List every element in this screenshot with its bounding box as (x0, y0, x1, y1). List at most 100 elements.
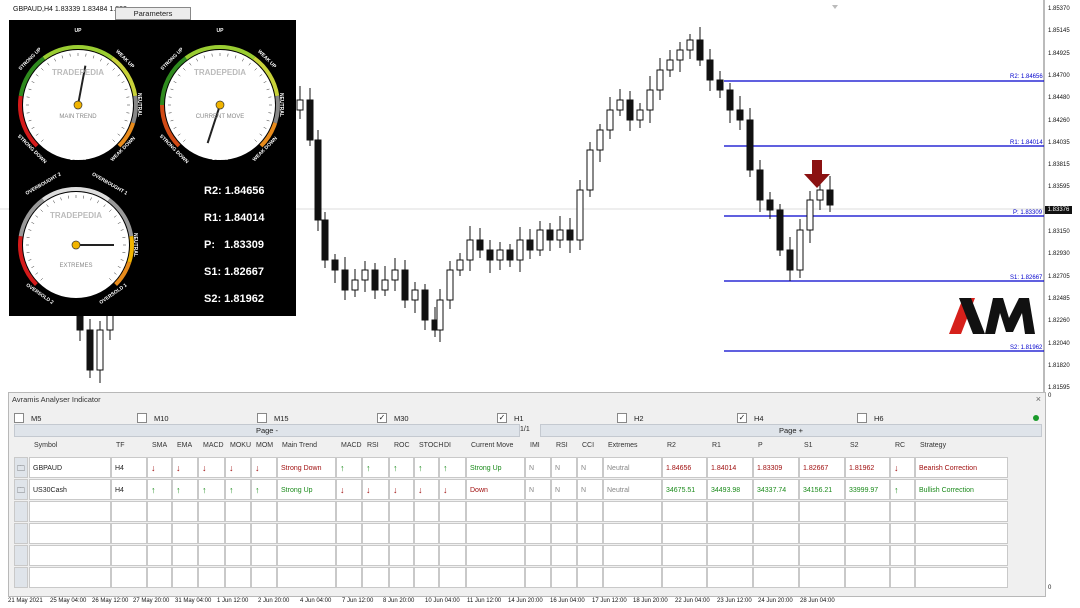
candle (576, 180, 584, 250)
price-tick: 1.82260 (1048, 318, 1070, 325)
candle (516, 227, 524, 272)
candle (341, 257, 349, 300)
timeframe-m10[interactable]: M10 (137, 412, 169, 424)
table-cell-macd (198, 523, 225, 544)
row-selector[interactable] (14, 523, 28, 544)
close-icon[interactable]: × (1036, 394, 1041, 404)
timeframe-h1[interactable]: ✓ H1 (497, 412, 524, 424)
dash-s2: S2: 1.81962 (204, 293, 264, 305)
row-selector[interactable] (14, 501, 28, 522)
timeframe-m30[interactable]: ✓ M30 (377, 412, 409, 424)
folder-icon[interactable]: 🗀 (17, 486, 25, 495)
time-tick: 4 Jun 04:00 (300, 598, 332, 604)
row-selector[interactable] (14, 545, 28, 566)
current-move-gauge (160, 45, 280, 160)
row-selector[interactable]: 🗀 (14, 479, 28, 500)
table-cell-macd (198, 501, 225, 522)
table-cell-mom (251, 501, 277, 522)
checkbox-icon[interactable] (857, 413, 867, 423)
table-cell-extremes: Neutral (603, 479, 662, 500)
time-tick: 25 May 04:00 (50, 598, 87, 604)
current-price-label: 1.83376 (1045, 206, 1072, 214)
row-selector[interactable]: 🗀 (14, 457, 28, 478)
table-row[interactable] (14, 567, 1013, 589)
price-tick: 1.81595 (1048, 385, 1070, 392)
folder-icon[interactable]: 🗀 (17, 464, 25, 473)
table-cell-rc (890, 501, 915, 522)
table-cell-symbol (29, 523, 111, 544)
page-plus-button[interactable]: Page + (540, 424, 1042, 437)
subwindow-axis: 0 0 (1045, 392, 1080, 595)
column-header: DI (444, 442, 451, 449)
column-header: Main Trend (282, 442, 318, 449)
table-row[interactable] (14, 523, 1013, 545)
table-cell-strategy (915, 501, 1008, 522)
candle (466, 226, 474, 271)
table-cell-current-move (466, 545, 525, 566)
checkbox-icon[interactable] (137, 413, 147, 423)
svg-text:TRADEPEDIA: TRADEPEDIA (50, 211, 102, 220)
table-cell-symbol: US30Cash (29, 479, 111, 500)
table-cell-sma: ↓ (147, 457, 172, 478)
time-tick: 14 Jun 20:00 (508, 598, 543, 604)
page-minus-button[interactable]: Page - (14, 424, 520, 437)
column-header: MACD (203, 442, 224, 449)
table-cell-rc: ↑ (890, 479, 915, 500)
table-cell-strategy: Bearish Correction (915, 457, 1008, 478)
table-cell-s1: 1.82667 (799, 457, 845, 478)
table-cell-strategy (915, 545, 1008, 566)
column-header: S2 (850, 442, 859, 449)
table-cell-rc: ↓ (890, 457, 915, 478)
column-header: RC (895, 442, 906, 449)
table-cell-imi: N (525, 457, 551, 478)
checkbox-icon[interactable]: ✓ (377, 413, 387, 423)
checkbox-icon[interactable]: ✓ (497, 413, 507, 423)
table-cell-r1 (707, 545, 753, 566)
table-row[interactable]: 🗀 US30Cash H4 ↑ ↑ ↑ ↑ ↑ Strong Up ↓ ↓ ↓ ↓ ↓ Down N N N Neu… (14, 479, 1013, 501)
time-tick: 1 Jun 12:00 (217, 598, 249, 604)
timeframe-h6[interactable]: H6 (857, 412, 884, 424)
price-chart[interactable]: GBPAUD,H4 1.83339 1.83484 1.832 Paramete… (0, 0, 1080, 395)
candle (314, 130, 322, 231)
table-cell-roc: ↑ (389, 457, 414, 478)
parameters-button[interactable]: Parameters (115, 7, 191, 20)
svg-text:DOWN: DOWN (70, 156, 86, 162)
table-row[interactable]: 🗀 GBPAUD H4 ↓ ↓ ↓ ↓ ↓ Strong Down ↑ ↑ ↑ ↑ ↑ Strong Up N… (14, 457, 1013, 479)
timeframe-h2[interactable]: H2 (617, 412, 644, 424)
time-tick: 21 May 2021 (8, 598, 43, 604)
table-cell-macd (198, 567, 225, 588)
row-selector[interactable] (14, 567, 28, 588)
price-tick: 1.84035 (1048, 139, 1070, 146)
table-cell-imi (525, 567, 551, 588)
candle (736, 96, 744, 130)
timeframe-h4[interactable]: ✓ H4 (737, 412, 764, 424)
table-cell-moku: ↓ (225, 457, 251, 478)
time-tick: 10 Jun 04:00 (425, 598, 460, 604)
timeframe-label: H2 (634, 413, 644, 423)
svg-text:TRADEPEDIA: TRADEPEDIA (52, 68, 104, 77)
timeframe-m5[interactable]: M5 (14, 412, 41, 424)
price-tick: 1.82705 (1048, 273, 1070, 280)
candle (636, 103, 644, 128)
candle (586, 142, 594, 197)
column-header: RSI (556, 442, 568, 449)
checkbox-icon[interactable]: ✓ (737, 413, 747, 423)
analysis-table: 🗀 GBPAUD H4 ↓ ↓ ↓ ↓ ↓ Strong Down ↑ ↑ ↑ ↑ ↑ Strong Up N… (14, 457, 1013, 589)
table-row[interactable] (14, 545, 1013, 567)
table-cell-rc (890, 545, 915, 566)
timeframe-m15[interactable]: M15 (257, 412, 289, 424)
table-cell-rsi (362, 567, 389, 588)
analyser-panel: Avramis Analyser Indicator × M5 M10 M15 ✓ M3… (8, 392, 1046, 597)
svg-text:NEUTRAL: NEUTRAL (132, 233, 138, 257)
timeframe-label: M30 (394, 413, 409, 423)
table-cell-ema (172, 501, 198, 522)
checkbox-icon[interactable] (14, 413, 24, 423)
checkbox-icon[interactable] (257, 413, 267, 423)
checkbox-icon[interactable] (617, 413, 627, 423)
table-cell-s2 (845, 545, 890, 566)
time-tick: 17 Jun 12:00 (592, 598, 627, 604)
subwindow-axis-bottom: 0 (1048, 585, 1052, 591)
table-cell-s1: 34156.21 (799, 479, 845, 500)
table-row[interactable] (14, 501, 1013, 523)
table-cell-s1 (799, 567, 845, 588)
